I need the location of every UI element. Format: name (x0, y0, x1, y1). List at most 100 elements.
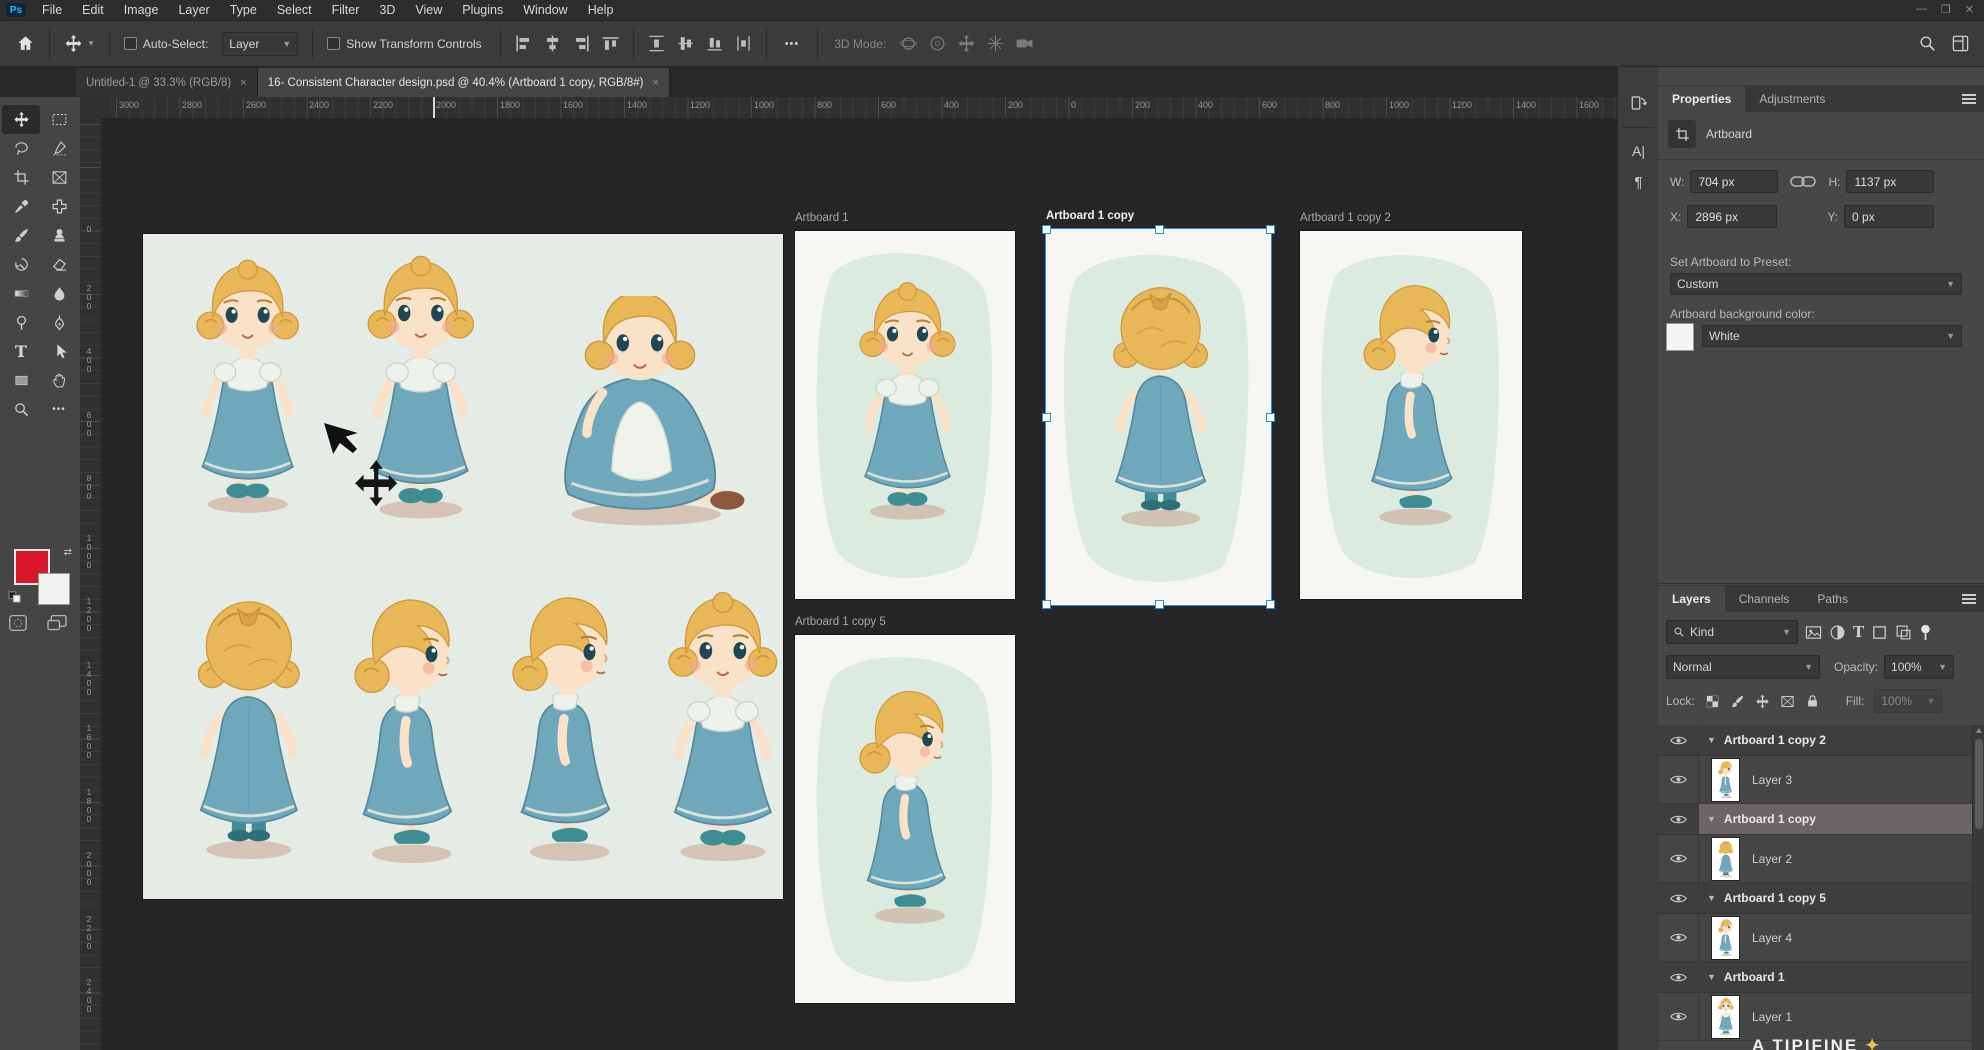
restore-icon[interactable]: ❐ (1941, 3, 1951, 16)
show-transform-checkbox[interactable]: Show Transform Controls (321, 27, 487, 61)
move-tool-preset[interactable]: ▼ (58, 27, 101, 61)
filter-type-layers-icon[interactable]: T (1853, 623, 1864, 641)
artboard-bg-dropdown[interactable]: White ▼ (1702, 325, 1962, 347)
align-left-edges-icon[interactable] (514, 34, 533, 53)
more-align-options-button[interactable]: ••• (775, 38, 810, 50)
3d-camera-icon[interactable] (1015, 34, 1034, 53)
lock-all-icon[interactable] (1805, 694, 1820, 709)
character-panel-icon[interactable]: A| (1625, 137, 1652, 164)
expand-chevron-icon[interactable]: ▼ (1707, 735, 1716, 745)
history-brush-tool[interactable] (2, 250, 40, 279)
artboard-label-1[interactable]: Artboard 1 (795, 212, 849, 224)
layer-group-artboard-1[interactable]: ▼ Artboard 1 (1658, 962, 1972, 993)
layer-thumbnail[interactable] (1711, 916, 1740, 960)
layer-row-layer-3[interactable]: Layer 3 (1658, 756, 1972, 804)
menu-file[interactable]: File (32, 0, 72, 20)
expand-chevron-icon[interactable]: ▼ (1707, 972, 1716, 982)
3d-roll-icon[interactable] (928, 34, 947, 53)
blend-mode-dropdown[interactable]: Normal ▼ (1666, 655, 1820, 679)
history-panel-icon[interactable] (1625, 89, 1652, 116)
hand-tool[interactable] (40, 366, 78, 395)
layer-group-artboard-1-copy-2[interactable]: ▼ Artboard 1 copy 2 (1658, 725, 1972, 756)
search-icon[interactable] (1918, 34, 1937, 53)
lasso-tool[interactable] (2, 134, 40, 163)
selection-handle[interactable] (1042, 600, 1051, 609)
lock-image-pixels-icon[interactable] (1730, 694, 1745, 709)
swap-colors-icon[interactable]: ⇄ (64, 547, 72, 558)
filter-toggle-pin-icon[interactable] (1919, 624, 1932, 641)
minimize-icon[interactable]: — (1916, 3, 1927, 16)
auto-select-target-dropdown[interactable]: Layer ▼ (222, 32, 298, 56)
filter-pixel-layers-icon[interactable] (1805, 624, 1822, 641)
type-tool[interactable]: T (2, 337, 40, 366)
workspace-switcher-icon[interactable] (1951, 34, 1970, 53)
distribute-bottom-icon[interactable] (705, 34, 724, 53)
expand-chevron-icon[interactable]: ▼ (1707, 893, 1716, 903)
artboard-label-1-copy-5[interactable]: Artboard 1 copy 5 (795, 616, 886, 628)
frame-tool[interactable] (40, 163, 78, 192)
tab-adjustments[interactable]: Adjustments (1745, 86, 1839, 112)
artboard-label-1-copy-2[interactable]: Artboard 1 copy 2 (1300, 212, 1391, 224)
menu-help[interactable]: Help (578, 0, 624, 20)
quick-mask-icon[interactable] (8, 614, 28, 632)
layer-group-artboard-1-copy-5[interactable]: ▼ Artboard 1 copy 5 (1658, 883, 1972, 914)
panel-menu-icon[interactable] (1962, 592, 1976, 606)
zoom-tool[interactable] (2, 395, 40, 424)
opacity-dropdown[interactable]: 100% ▼ (1884, 655, 1954, 679)
close-icon[interactable]: ✕ (1965, 3, 1974, 16)
x-field[interactable]: 2896 px (1687, 205, 1777, 228)
layers-scrollbar[interactable] (1972, 725, 1984, 1050)
menu-layer[interactable]: Layer (168, 0, 219, 20)
marquee-tool[interactable] (40, 105, 78, 134)
background-color-swatch[interactable] (38, 573, 70, 605)
y-field[interactable]: 0 px (1844, 205, 1934, 228)
clone-stamp-tool[interactable] (40, 221, 78, 250)
move-tool[interactable] (2, 105, 40, 134)
visibility-toggle[interactable] (1658, 835, 1699, 882)
document-tab-character-design[interactable]: 16- Consistent Character design.psd @ 40… (258, 68, 670, 97)
layer-thumbnail[interactable] (1711, 995, 1740, 1039)
menu-3d[interactable]: 3D (369, 0, 405, 20)
link-dimensions-icon[interactable] (1790, 175, 1816, 188)
selection-handle[interactable] (1155, 600, 1164, 609)
more-tools-button[interactable]: ••• (40, 395, 78, 424)
vertical-ruler[interactable]: 0 200 400 600 800 1000 1200 1400 1600 18… (80, 118, 102, 1050)
reference-image[interactable] (143, 234, 783, 899)
screen-mode-icon[interactable] (46, 614, 68, 632)
distribute-vertical-centers-icon[interactable] (676, 34, 695, 53)
default-colors-icon[interactable] (8, 591, 22, 603)
preset-dropdown[interactable]: Custom ▼ (1670, 273, 1962, 295)
selection-handle[interactable] (1042, 413, 1051, 422)
lock-artboard-icon[interactable] (1780, 694, 1795, 709)
distribute-horizontal-icon[interactable] (734, 34, 753, 53)
paragraph-panel-icon[interactable]: ¶ (1625, 169, 1652, 196)
layer-thumbnail[interactable] (1711, 758, 1740, 802)
3d-orbit-icon[interactable] (899, 34, 918, 53)
lock-transparent-pixels-icon[interactable] (1705, 694, 1720, 709)
tab-paths[interactable]: Paths (1803, 586, 1862, 612)
align-right-edges-icon[interactable] (572, 34, 591, 53)
layer-group-artboard-1-copy-selected[interactable]: ▼ Artboard 1 copy (1658, 804, 1972, 835)
menu-type[interactable]: Type (220, 0, 267, 20)
layer-row-layer-4[interactable]: Layer 4 (1658, 914, 1972, 962)
visibility-toggle[interactable] (1658, 883, 1699, 913)
rectangle-tool[interactable] (2, 366, 40, 395)
width-field[interactable]: 704 px (1690, 170, 1778, 193)
align-horizontal-centers-icon[interactable] (543, 34, 562, 53)
tab-close-icon[interactable]: × (240, 77, 246, 89)
3d-pan-icon[interactable] (957, 34, 976, 53)
visibility-toggle[interactable] (1658, 962, 1699, 992)
menu-window[interactable]: Window (513, 0, 577, 20)
visibility-toggle[interactable] (1658, 804, 1699, 834)
layer-row-layer-2[interactable]: Layer 2 (1658, 835, 1972, 883)
tab-layers[interactable]: Layers (1658, 586, 1725, 612)
layer-thumbnail[interactable] (1711, 837, 1740, 881)
eraser-tool[interactable] (40, 250, 78, 279)
gradient-tool[interactable] (2, 279, 40, 308)
distribute-top-icon[interactable] (647, 34, 666, 53)
object-selection-tool[interactable] (40, 134, 78, 163)
horizontal-ruler[interactable]: 3000 2800 2600 2400 2200 2000 1800 1600 … (101, 97, 1617, 119)
menu-filter[interactable]: Filter (322, 0, 370, 20)
visibility-toggle[interactable] (1658, 993, 1699, 1040)
visibility-toggle[interactable] (1658, 756, 1699, 803)
